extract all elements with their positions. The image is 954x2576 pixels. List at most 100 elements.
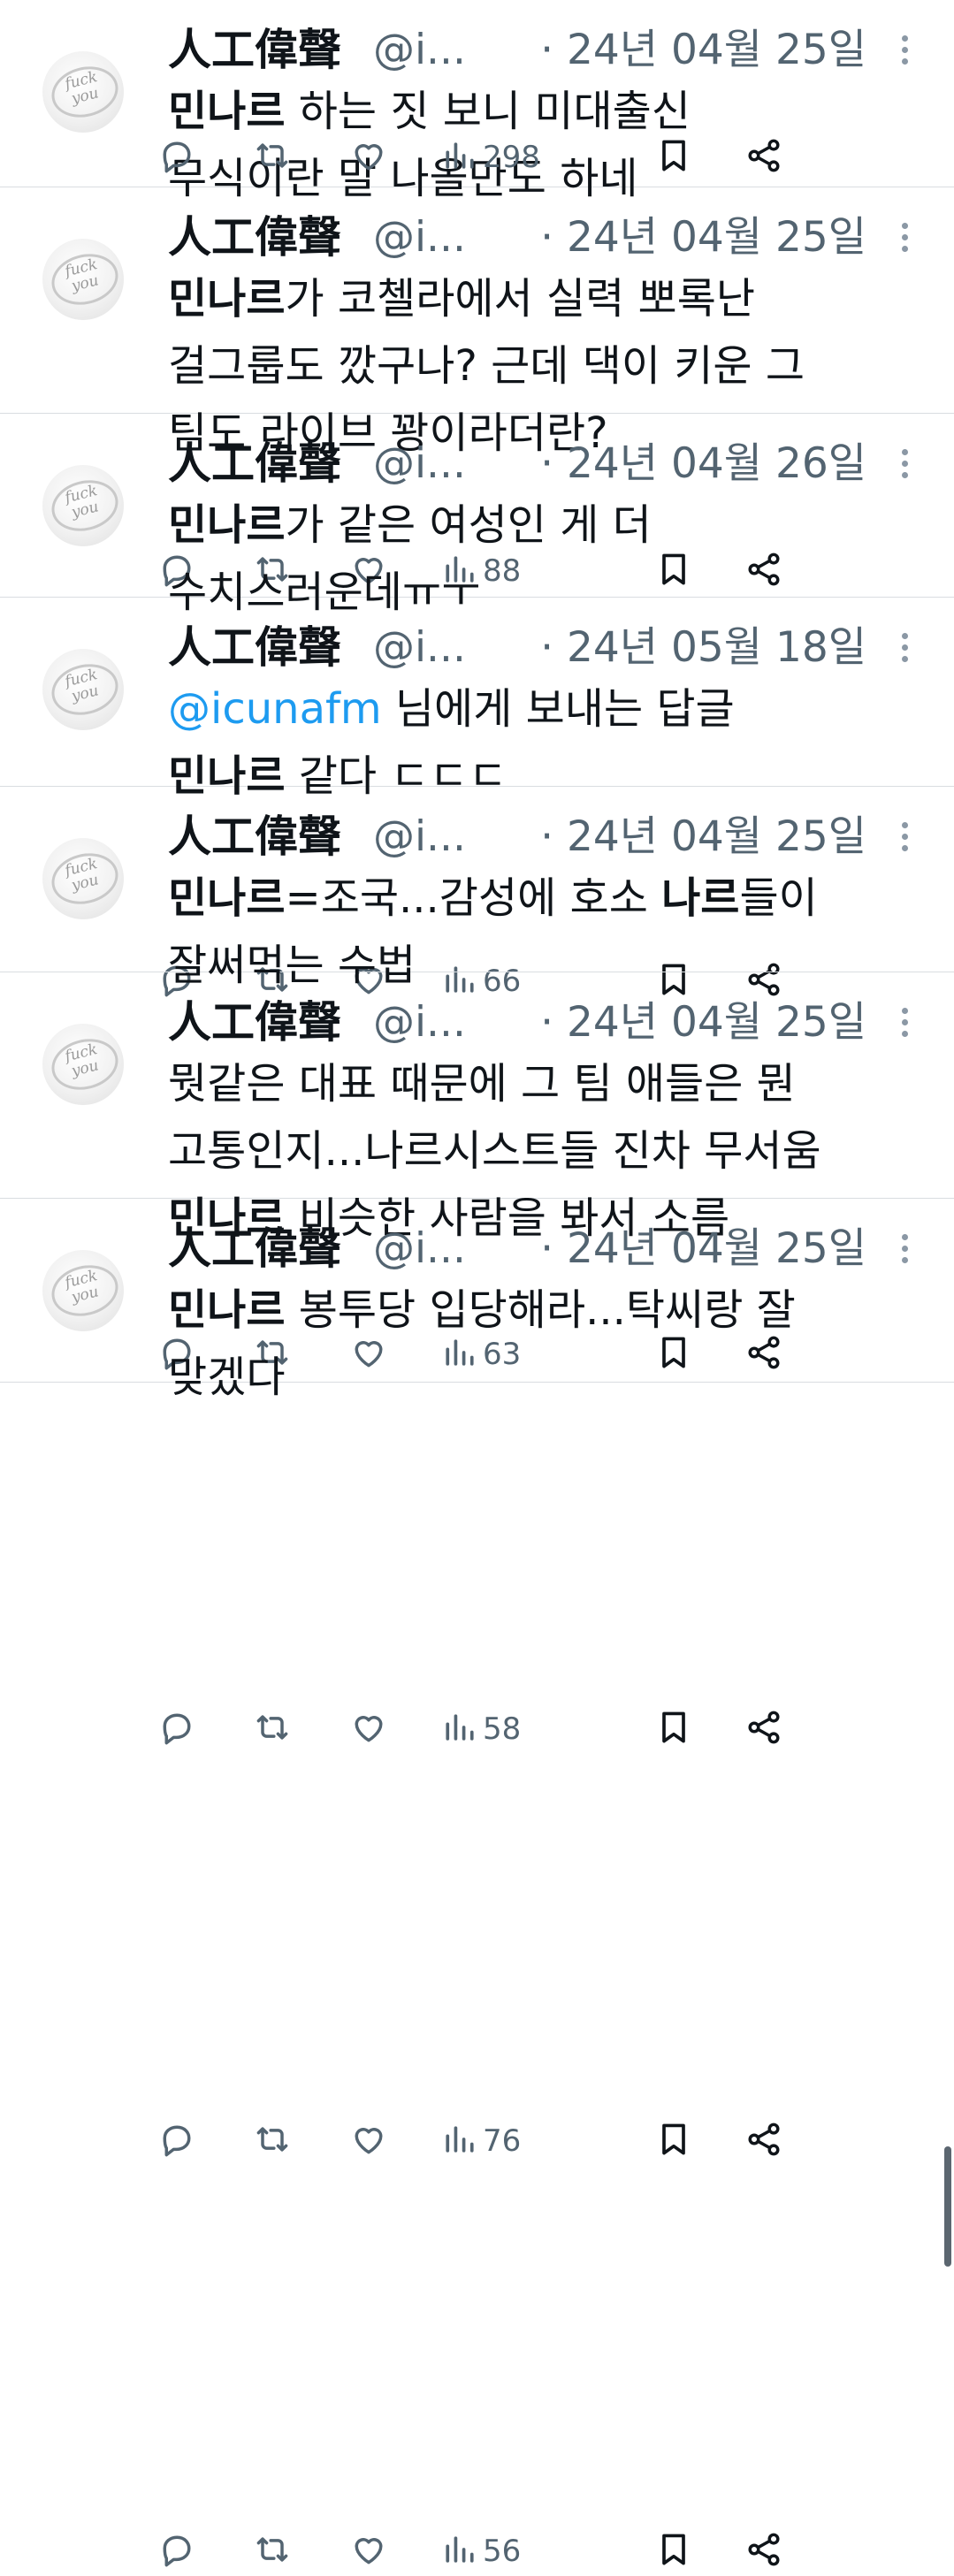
author-name[interactable]: 人工偉聲 <box>168 433 341 495</box>
avatar[interactable]: fuck you <box>42 1250 124 1331</box>
bookmark-button[interactable] <box>654 133 693 182</box>
tweet[interactable]: fuck you 人工偉聲 @i... · 24년 04월 25일 뭣같은 대표 때문에 … <box>0 972 954 2159</box>
more-icon[interactable] <box>898 822 911 857</box>
more-icon[interactable] <box>898 223 911 258</box>
highlight-keyword: 민나르 <box>168 87 286 136</box>
author-name[interactable]: 人工偉聲 <box>168 1218 341 1280</box>
more-icon[interactable] <box>898 633 911 668</box>
tweet[interactable]: fuck you 人工偉聲 @i... · 24년 05월 18일 @icunafm 님에… <box>0 598 954 1372</box>
more-icon[interactable] <box>898 1234 911 1269</box>
author-handle[interactable]: @i... <box>373 1218 466 1280</box>
share-icon <box>744 2530 783 2572</box>
retweet-button[interactable] <box>253 2526 292 2576</box>
like-button[interactable] <box>349 2116 388 2166</box>
text-line: 걸그룹도 깠구나? 근데 댁이 키운 그 <box>168 332 928 400</box>
views-icon <box>440 1708 479 1750</box>
reply-context: @icunafm 님에게 보내는 답글 <box>168 675 928 743</box>
tweet-date[interactable]: · 24년 05월 18일 <box>540 617 866 679</box>
line-text: =조국...감성에 호소 <box>285 873 662 923</box>
tweet[interactable]: fuck you 人工偉聲 @i... · 24년 04월 25일 민나르=조국...감성… <box>0 787 954 1747</box>
tweet-date[interactable]: · 24년 04월 25일 <box>540 806 866 868</box>
line-text: 고통인지...나르시스트들 진차 무서움 <box>168 1126 821 1176</box>
views-icon <box>440 2530 479 2572</box>
author-name[interactable]: 人工偉聲 <box>168 806 341 868</box>
like-button[interactable] <box>349 2526 388 2576</box>
line-text: 뭣같은 대표 때문에 그 팀 애들은 뭔 <box>168 1059 796 1109</box>
tweet[interactable]: fuck you 人工偉聲 @i... · 24년 04월 25일 민나르가 코첼라에서 … <box>0 187 954 589</box>
tweet-actions: 56 <box>163 2526 911 2576</box>
views-button[interactable]: 58 <box>440 1704 521 1754</box>
text-line: 민나르가 같은 여성인 게 더 <box>168 492 928 559</box>
text-line: 민나르가 코첼라에서 실력 뽀록난 <box>168 265 928 332</box>
share-button[interactable] <box>744 133 783 182</box>
avatar[interactable]: fuck you <box>42 649 124 730</box>
highlight-keyword: 민나르 <box>168 873 286 923</box>
text-line: 민나르 봉투당 입당해라...탁씨랑 잘 <box>168 1277 928 1344</box>
tweet-date[interactable]: · 24년 04월 25일 <box>540 207 866 269</box>
reply-button[interactable] <box>157 2116 196 2166</box>
avatar[interactable]: fuck you <box>42 838 124 919</box>
reply-button[interactable] <box>157 133 196 182</box>
tweet[interactable]: fuck you 人工偉聲 @i... · 24년 04월 25일민나르 하는 짓 보니… <box>0 0 954 203</box>
more-icon[interactable] <box>898 35 911 71</box>
retweet-icon <box>253 2530 292 2572</box>
views-icon <box>440 136 479 179</box>
author-name[interactable]: 人工偉聲 <box>168 207 341 269</box>
heart-icon <box>349 2120 388 2162</box>
views-button[interactable]: 76 <box>440 2116 521 2166</box>
avatar[interactable]: fuck you <box>42 465 124 546</box>
retweet-icon <box>253 136 292 179</box>
views-button[interactable]: 56 <box>440 2526 521 2576</box>
avatar[interactable]: fuck you <box>42 51 124 133</box>
bookmark-button[interactable] <box>654 2526 693 2576</box>
author-name[interactable]: 人工偉聲 <box>168 617 341 679</box>
views-button[interactable]: 298 <box>440 133 540 182</box>
line-text: 가 코첼라에서 실력 뽀록난 <box>285 274 756 324</box>
tweet-date[interactable]: · 24년 04월 25일 <box>540 19 866 81</box>
share-button[interactable] <box>744 2526 783 2576</box>
tweet-date[interactable]: · 24년 04월 25일 <box>540 992 866 1054</box>
reply-icon <box>157 1708 196 1750</box>
tweet-header: 人工偉聲 @i... · 24년 04월 25일 <box>168 806 911 868</box>
author-name[interactable]: 人工偉聲 <box>168 19 341 81</box>
share-button[interactable] <box>744 2116 783 2166</box>
text-line: 맞겠다 <box>168 1344 928 1411</box>
tweet-date[interactable]: · 24년 04월 26일 <box>540 433 866 495</box>
like-button[interactable] <box>349 1704 388 1754</box>
text-line: 민나르=조국...감성에 호소 나르들이 <box>168 865 928 932</box>
mention-link[interactable]: @icunafm <box>168 684 382 734</box>
author-handle[interactable]: @i... <box>373 207 466 269</box>
heart-icon <box>349 2530 388 2572</box>
scrollbar[interactable] <box>944 2146 951 2267</box>
tweet-date[interactable]: · 24년 04월 25일 <box>540 1218 866 1280</box>
retweet-button[interactable] <box>253 1704 292 1754</box>
bookmark-icon <box>654 1708 693 1750</box>
tweet[interactable]: fuck you 人工偉聲 @i... · 24년 04월 25일 민나르 봉투당 입당해… <box>0 1199 954 2569</box>
author-handle[interactable]: @i... <box>373 433 466 495</box>
reply-button[interactable] <box>157 2526 196 2576</box>
bookmark-button[interactable] <box>654 2116 693 2166</box>
author-handle[interactable]: @i... <box>373 806 466 868</box>
tweet[interactable]: fuck you 人工偉聲 @i... · 24년 04월 26일 민나르가 같은 여성인… <box>0 414 954 999</box>
line-text: 가 같은 여성인 게 더 <box>285 500 652 550</box>
retweet-button[interactable] <box>253 2116 292 2166</box>
author-handle[interactable]: @i... <box>373 617 466 679</box>
line-text: 하는 짓 보니 미대출신 <box>285 87 691 136</box>
author-name[interactable]: 人工偉聲 <box>168 992 341 1054</box>
highlight-keyword: 민나르 <box>168 274 286 324</box>
share-button[interactable] <box>744 1704 783 1754</box>
tweet-actions: 58 <box>163 1704 911 1754</box>
bookmark-button[interactable] <box>654 1704 693 1754</box>
reply-button[interactable] <box>157 1704 196 1754</box>
text-line: 고통인지...나르시스트들 진차 무서움 <box>168 1117 928 1185</box>
tweet-header: 人工偉聲 @i... · 24년 04월 26일 <box>168 433 911 495</box>
avatar[interactable]: fuck you <box>42 239 124 320</box>
author-handle[interactable]: @i... <box>373 19 466 81</box>
line-text: 들이 <box>739 873 818 923</box>
author-handle[interactable]: @i... <box>373 992 466 1054</box>
retweet-button[interactable] <box>253 133 292 182</box>
more-icon[interactable] <box>898 1008 911 1043</box>
avatar[interactable]: fuck you <box>42 1024 124 1105</box>
more-icon[interactable] <box>898 449 911 484</box>
like-button[interactable] <box>349 133 388 182</box>
